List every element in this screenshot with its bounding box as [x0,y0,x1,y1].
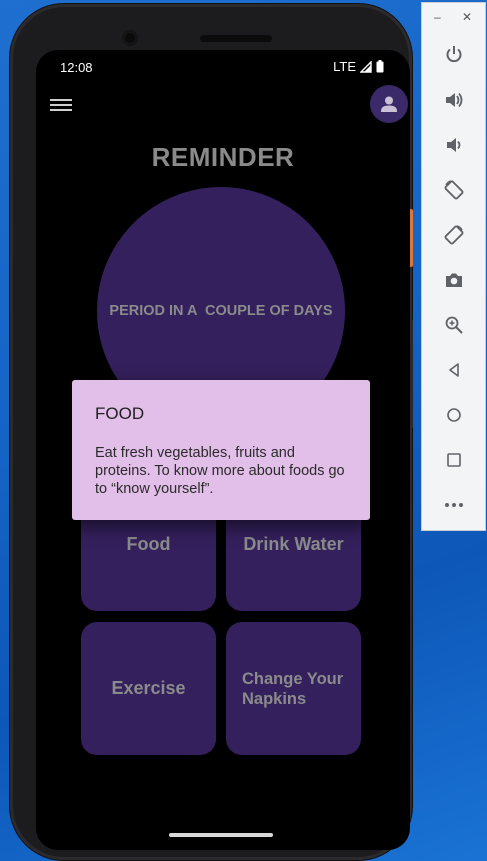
change-napkins-tile[interactable]: Change Your Napkins [226,622,361,755]
volume-up-button[interactable] [440,86,468,114]
minimize-button[interactable]: – [434,10,441,24]
food-dialog[interactable]: FOOD Eat fresh vegetables, fruits and pr… [72,380,370,520]
back-button[interactable] [440,356,468,384]
battery-icon [376,60,384,73]
status-bar: 12:08 LTE [36,50,410,84]
reminder-circle-text: PERIOD IN A COUPLE OF DAYS [109,303,333,319]
menu-icon[interactable] [50,96,72,114]
status-time: 12:08 [60,60,93,75]
drink-water-tile-label: Drink Water [243,534,344,554]
person-icon [381,96,397,112]
toolbar-header: – ✕ [422,3,487,31]
home-icon [447,408,461,422]
food-tile-label: Food [126,534,171,554]
rotate-right-button[interactable] [440,221,468,249]
front-camera [122,30,138,46]
earpiece-speaker [200,35,272,42]
volume-down-icon [447,138,461,152]
profile-avatar-button[interactable] [370,85,408,123]
volume-down-button[interactable] [440,131,468,159]
dialog-body: Eat fresh vegetables, fruits and protein… [95,445,345,497]
rotate-left-icon [444,180,464,200]
dialog-title: FOOD [95,404,145,423]
zoom-icon [445,316,463,334]
back-icon [449,363,459,377]
exercise-tile-label: Exercise [111,678,186,698]
zoom-button[interactable] [440,311,468,339]
network-type: LTE [333,59,356,74]
more-icon [445,503,463,507]
power-button[interactable] [440,40,468,68]
rotate-right-icon [444,225,464,245]
emulator-phone-frame: 12:08 LTE REMINDER PERIOD IN A COUPLE OF… [10,4,413,860]
overview-button[interactable] [440,446,468,474]
signal-icon [360,60,372,73]
overview-icon [447,453,461,467]
page-title: REMINDER [151,142,295,172]
gesture-home-bar[interactable] [169,833,273,837]
change-napkins-tile-label: Change Your Napkins [242,669,344,708]
screenshot-button[interactable] [440,266,468,294]
volume-up-icon [446,92,463,108]
more-button[interactable] [440,491,468,519]
status-icons: LTE [333,59,384,74]
camera-icon [446,273,462,287]
phone-screen: 12:08 LTE REMINDER PERIOD IN A COUPLE OF… [36,50,410,850]
home-button[interactable] [440,401,468,429]
emulator-toolbar: – ✕ [421,2,486,531]
power-icon [446,46,462,63]
rotate-left-button[interactable] [440,176,468,204]
close-button[interactable]: ✕ [462,10,472,24]
exercise-tile[interactable]: Exercise [81,622,216,755]
